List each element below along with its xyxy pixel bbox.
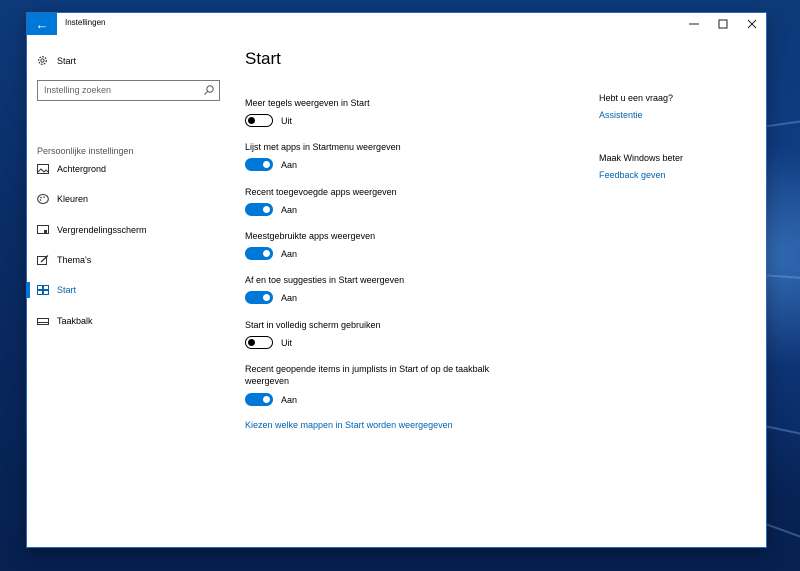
sidebar: Start Instelling zoeken Persoonlijke ins…: [27, 35, 227, 547]
search-placeholder: Instelling zoeken: [44, 85, 112, 95]
title-bar: ← Instellingen: [27, 13, 766, 35]
close-button[interactable]: [737, 13, 766, 35]
toggle-recent-apps[interactable]: [245, 203, 273, 216]
taskbar-icon: [37, 318, 49, 325]
improve-heading: Maak Windows beter: [599, 153, 684, 163]
toggle-full-screen[interactable]: [245, 336, 273, 349]
setting-label: Lijst met apps in Startmenu weergeven: [245, 142, 401, 152]
toggle-app-list[interactable]: [245, 158, 273, 171]
toggle-state: Aan: [281, 395, 298, 405]
setting-label: Meestgebruikte apps weergeven: [245, 231, 376, 241]
back-button[interactable]: ←: [27, 13, 57, 35]
arrow-left-icon: ←: [35, 16, 49, 32]
sidebar-home-label: Start: [57, 55, 77, 66]
close-icon: [747, 19, 756, 29]
sidebar-item-achtergrond[interactable]: Achtergrond: [27, 155, 227, 183]
assistance-link[interactable]: Assistentie: [599, 110, 643, 120]
sidebar-item-label: Vergrendelingsscherm: [57, 225, 147, 235]
minimize-icon: [688, 23, 699, 25]
sidebar-item-vergrendelingsscherm[interactable]: Vergrendelingsscherm: [27, 216, 227, 244]
sidebar-item-start[interactable]: Start: [27, 276, 227, 304]
sidebar-item-label: Start: [57, 285, 77, 295]
setting-label: Recent toegevoegde apps weergeven: [245, 187, 397, 197]
window-title: Instellingen: [65, 18, 106, 27]
toggle-most-used-apps[interactable]: [245, 247, 273, 260]
sidebar-item-label: Achtergrond: [57, 164, 107, 174]
setting-label: Meer tegels weergeven in Start: [245, 98, 370, 108]
sidebar-item-taakbalk[interactable]: Taakbalk: [27, 307, 227, 335]
setting-label: Start in volledig scherm gebruiken: [245, 320, 381, 330]
toggle-state: Aan: [281, 293, 298, 303]
toggle-state: Uit: [281, 116, 292, 126]
sidebar-item-kleuren[interactable]: Kleuren: [27, 185, 227, 213]
palette-icon: [37, 194, 49, 204]
sidebar-item-label: Thema's: [57, 255, 92, 265]
sidebar-item-label: Kleuren: [57, 194, 89, 204]
toggle-jumplists[interactable]: [245, 393, 273, 406]
sidebar-item-label: Taakbalk: [57, 316, 93, 326]
picture-icon: [37, 164, 49, 174]
toggle-state: Aan: [281, 160, 298, 170]
setting-label: Recent geopende items in jumplists in St…: [245, 364, 490, 386]
maximize-button[interactable]: [708, 13, 737, 35]
toggle-state: Aan: [281, 205, 298, 215]
start-tiles-icon: [37, 285, 49, 295]
search-icon: [204, 85, 214, 95]
help-heading: Hebt u een vraag?: [599, 93, 674, 103]
setting-label: Af en toe suggesties in Start weergeven: [245, 275, 405, 285]
lock-screen-icon: [37, 225, 49, 234]
settings-window: ← Instellingen Start Instelling zoeken P…: [27, 13, 766, 547]
toggle-suggestions[interactable]: [245, 291, 273, 304]
toggle-state: Aan: [281, 249, 298, 259]
minimize-button[interactable]: [679, 13, 708, 35]
search-input[interactable]: Instelling zoeken: [37, 80, 220, 101]
toggle-more-tiles[interactable]: [245, 114, 273, 127]
feedback-link[interactable]: Feedback geven: [599, 170, 666, 180]
maximize-icon: [718, 19, 727, 29]
sidebar-home[interactable]: Start: [37, 55, 76, 66]
brush-icon: [37, 255, 49, 265]
toggle-state: Uit: [281, 338, 292, 348]
choose-folders-link[interactable]: Kiezen welke mappen in Start worden weer…: [245, 420, 453, 430]
sidebar-item-themas[interactable]: Thema's: [27, 246, 227, 274]
page-title: Start: [245, 49, 281, 68]
gear-icon: [38, 56, 47, 65]
